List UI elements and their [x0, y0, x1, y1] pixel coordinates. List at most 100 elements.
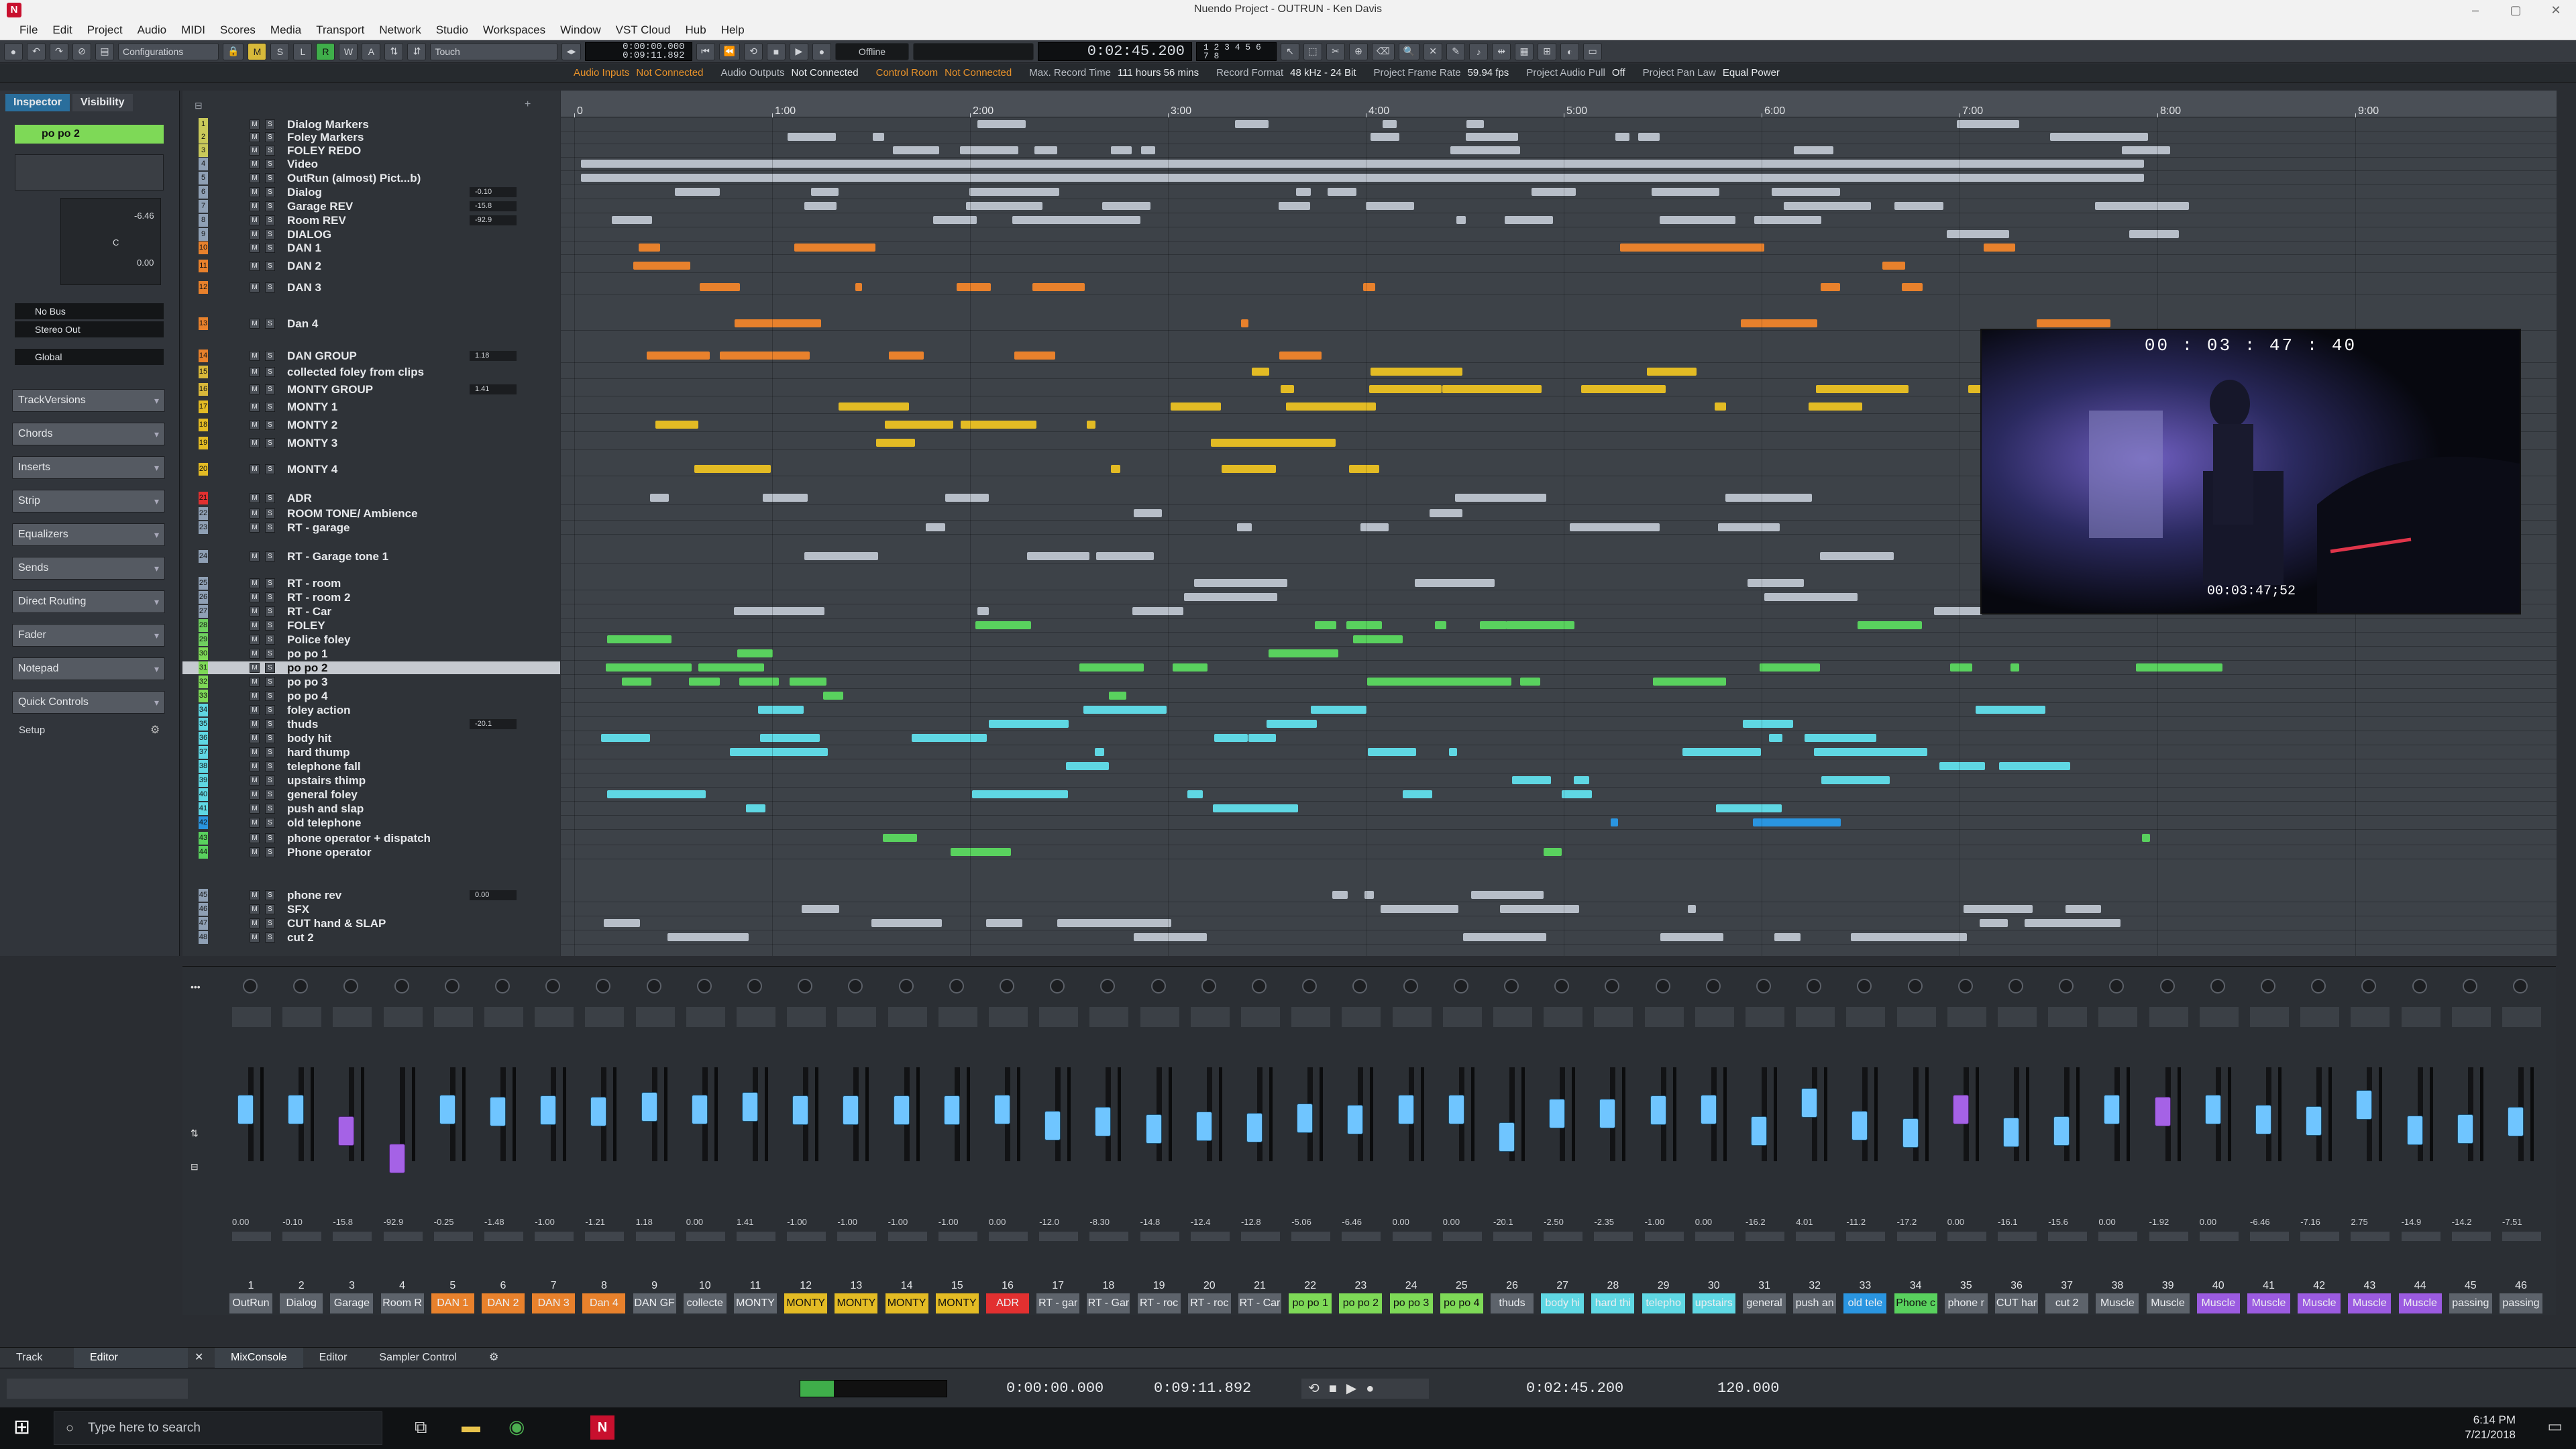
channel-name[interactable]: cut 2	[2045, 1293, 2089, 1313]
fader-track[interactable]	[2014, 1067, 2019, 1161]
track-row[interactable]: 35 M Sthuds -20.1	[182, 718, 560, 731]
audio-event[interactable]	[810, 188, 839, 196]
mute-button[interactable]: M	[250, 319, 260, 329]
mute-button[interactable]: M	[250, 818, 260, 828]
channel-mute-solo-buttons[interactable]	[1392, 1007, 1432, 1027]
audio-event[interactable]	[646, 352, 710, 360]
zoom-tool-icon[interactable]: 🔍	[1398, 42, 1420, 60]
channel-mute-solo-buttons[interactable]	[787, 1007, 826, 1027]
channel-automation-buttons[interactable]	[282, 1232, 322, 1241]
fader-cap[interactable]	[2104, 1095, 2121, 1124]
channel-name[interactable]: Muscle	[2196, 1293, 2240, 1313]
channel-volume-value[interactable]: 0.00	[2098, 1217, 2115, 1227]
audio-event[interactable]	[605, 663, 692, 672]
track-row[interactable]: 28 M S FOLEY	[182, 619, 560, 632]
channel-volume-value[interactable]: -7.16	[2300, 1217, 2320, 1227]
track-row[interactable]: 11 M S DAN 2	[182, 260, 560, 272]
audio-event[interactable]	[1014, 352, 1055, 360]
mute-tool-icon[interactable]: ✕	[1424, 42, 1443, 60]
audio-event[interactable]	[1141, 146, 1156, 154]
channel-name[interactable]: collecte	[683, 1293, 727, 1313]
fader-cap[interactable]	[792, 1095, 809, 1126]
audio-event[interactable]	[1012, 216, 1110, 224]
audio-event[interactable]	[1349, 465, 1380, 473]
channel-automation-buttons[interactable]	[2401, 1232, 2440, 1241]
fader-cap[interactable]	[2053, 1116, 2070, 1146]
track-row[interactable]: 41 M Spush and slap	[182, 802, 560, 815]
fader-cap[interactable]	[2154, 1096, 2171, 1126]
fader-cap[interactable]	[1549, 1098, 1566, 1128]
channel-automation-buttons[interactable]	[2502, 1232, 2541, 1241]
fader-cap[interactable]	[1851, 1110, 1868, 1140]
audio-event[interactable]	[1327, 188, 1356, 196]
inspector-section-strip[interactable]: Strip ▾	[12, 490, 165, 513]
track-row[interactable]: 25 M S RT - room	[182, 577, 560, 590]
channel-name[interactable]: RT - roc	[1187, 1293, 1231, 1313]
menu-studio[interactable]: Studio	[429, 23, 476, 37]
audio-event[interactable]	[737, 649, 773, 657]
fader-cap[interactable]	[691, 1095, 708, 1124]
solo-button[interactable]: S	[265, 804, 275, 814]
audio-event[interactable]	[1933, 607, 1982, 615]
audio-event[interactable]	[1027, 552, 1089, 560]
audio-event[interactable]	[871, 919, 942, 927]
pan-knob[interactable]	[343, 979, 359, 994]
mute-button[interactable]: M	[250, 159, 260, 169]
audio-event[interactable]	[1467, 933, 1502, 941]
audio-event[interactable]	[926, 523, 945, 531]
fader-cap[interactable]	[590, 1096, 607, 1126]
channel-name[interactable]: RT - Gar	[1087, 1293, 1130, 1313]
pan-knob[interactable]	[444, 979, 460, 994]
channel-volume-value[interactable]: -15.8	[333, 1217, 353, 1227]
audio-event[interactable]	[1086, 919, 1171, 927]
audio-event[interactable]	[2065, 905, 2101, 913]
solo-button[interactable]: S	[265, 367, 275, 377]
fader-cap[interactable]	[2255, 1105, 2271, 1135]
channel-mute-solo-buttons[interactable]	[2199, 1007, 2239, 1027]
menu-midi[interactable]: MIDI	[174, 23, 213, 37]
mute-button[interactable]: M	[250, 243, 260, 253]
channel-automation-buttons[interactable]	[2300, 1232, 2340, 1241]
track-volume[interactable]: 1.41	[470, 384, 517, 394]
audio-event[interactable]	[581, 174, 2144, 182]
audio-event[interactable]	[1963, 905, 2033, 913]
audio-event[interactable]	[1450, 146, 1520, 154]
tab-mixconsole[interactable]: MixConsole	[215, 1347, 303, 1368]
solo-button[interactable]: S	[265, 351, 275, 361]
channel-automation-buttons[interactable]	[585, 1232, 625, 1241]
audio-event[interactable]	[1562, 790, 1592, 798]
audio-event[interactable]	[912, 734, 987, 742]
inspector-section-inserts[interactable]: Inserts ▾	[12, 456, 165, 479]
audio-event[interactable]	[1096, 552, 1118, 560]
solo-button[interactable]: S	[265, 282, 275, 292]
audio-event[interactable]	[1212, 804, 1299, 812]
audio-event[interactable]	[1718, 523, 1780, 531]
audio-event[interactable]	[1949, 663, 1973, 672]
channel-mute-solo-buttons[interactable]	[2401, 1007, 2440, 1027]
track-row[interactable]: 26 M S RT - room 2	[182, 591, 560, 604]
solo-button[interactable]: S	[265, 229, 275, 239]
audio-event[interactable]	[794, 244, 875, 252]
channel-name[interactable]: CUT har	[1995, 1293, 2038, 1313]
snap-icon[interactable]: ⇹	[1492, 42, 1511, 60]
solo-button[interactable]: S	[265, 635, 275, 645]
mute-button[interactable]: M	[250, 187, 260, 197]
solo-button[interactable]: S	[265, 508, 275, 519]
audio-event[interactable]	[1511, 776, 1551, 784]
mute-button[interactable]: M	[250, 663, 260, 673]
channel-volume-value[interactable]: -5.06	[1291, 1217, 1311, 1227]
audio-event[interactable]	[1466, 120, 1484, 128]
channel-volume-value[interactable]: -7.51	[2502, 1217, 2522, 1227]
audio-event[interactable]	[1221, 465, 1277, 473]
listen-all-button[interactable]: L	[293, 42, 313, 60]
global-select[interactable]: Global	[15, 349, 164, 365]
fader-cap[interactable]	[1751, 1116, 1767, 1146]
channel-volume-value[interactable]: -1.48	[484, 1217, 504, 1227]
channel-automation-buttons[interactable]	[2149, 1232, 2188, 1241]
fader-cap[interactable]	[237, 1095, 254, 1124]
audio-event[interactable]	[1688, 905, 1697, 913]
fader-cap[interactable]	[994, 1095, 1010, 1124]
tab-inspector[interactable]: Inspector	[5, 94, 70, 111]
audio-event[interactable]	[1371, 368, 1463, 376]
channel-volume-value[interactable]: -1.00	[787, 1217, 807, 1227]
